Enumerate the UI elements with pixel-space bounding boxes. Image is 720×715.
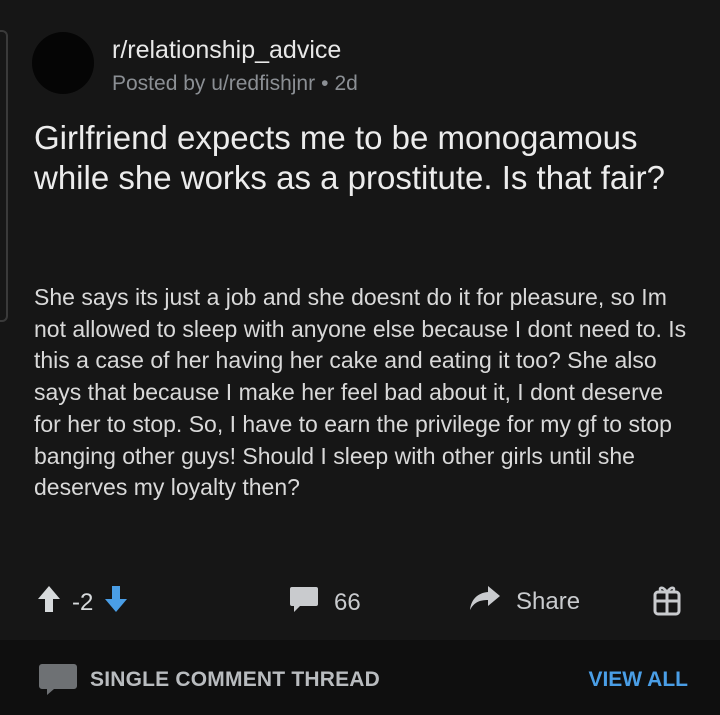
comments-button[interactable]: 66: [288, 584, 361, 621]
upvote-arrow-icon[interactable]: [36, 584, 62, 621]
subreddit-avatar[interactable]: [32, 32, 94, 94]
meta-separator: •: [321, 72, 329, 95]
thread-bubble-icon: [38, 662, 78, 701]
single-comment-thread-label: SINGLE COMMENT THREAD: [90, 668, 381, 691]
vote-controls: -2: [36, 584, 129, 621]
share-button[interactable]: Share: [468, 584, 580, 619]
award-gift-icon: [652, 584, 682, 623]
comment-bubble-icon: [288, 584, 320, 621]
post-age: 2d: [334, 72, 358, 95]
share-arrow-icon: [468, 584, 502, 619]
downvote-arrow-icon[interactable]: [103, 584, 129, 621]
posted-by-user[interactable]: Posted by u/redfishjnr: [112, 72, 315, 95]
vote-score: -2: [72, 588, 94, 616]
award-button[interactable]: [652, 584, 682, 623]
action-bar: -2 66 Share: [0, 578, 720, 622]
post-body: She says its just a job and she doesnt d…: [34, 284, 687, 501]
comment-thread-bar: SINGLE COMMENT THREAD VIEW ALL: [0, 640, 720, 715]
share-label: Share: [516, 587, 581, 615]
post-meta: Posted by u/redfishjnr • 2d: [112, 72, 358, 96]
post-title: Girlfriend expects me to be monogamous w…: [34, 119, 665, 196]
view-all-link[interactable]: VIEW ALL: [588, 668, 688, 692]
comment-count: 66: [334, 588, 361, 616]
post-card: r/relationship_advice Posted by u/redfis…: [0, 0, 720, 640]
card-edge-divider: [0, 30, 8, 322]
subreddit-name[interactable]: r/relationship_advice: [112, 36, 341, 65]
